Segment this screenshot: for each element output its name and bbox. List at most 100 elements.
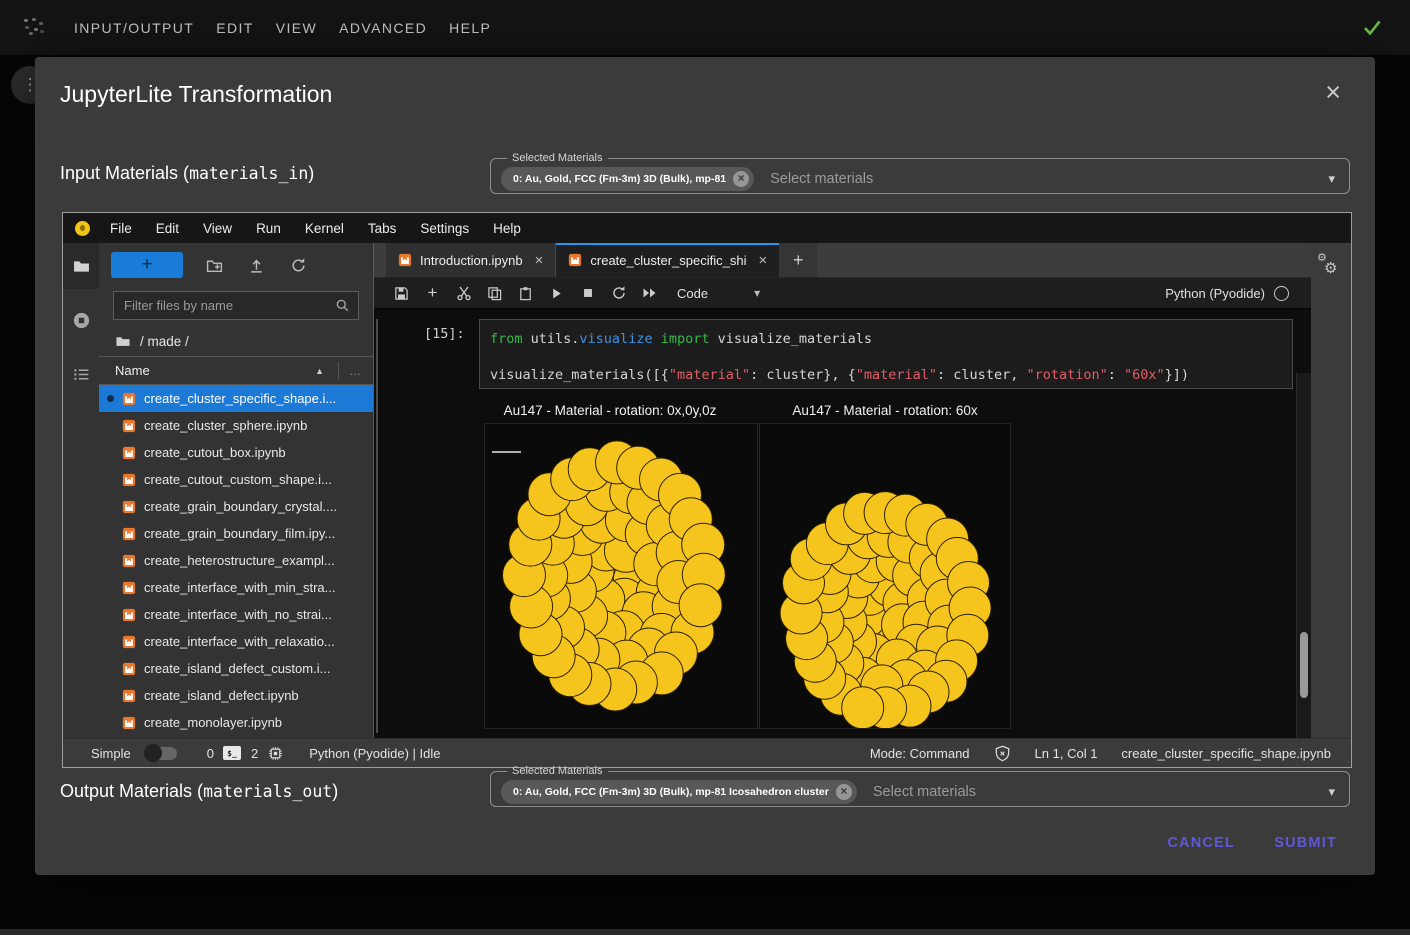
file-row[interactable]: create_cluster_sphere.ipynb <box>99 412 373 439</box>
save-button[interactable] <box>386 280 417 306</box>
dirty-dot <box>107 422 114 429</box>
stop-button[interactable] <box>572 280 603 306</box>
jupyter-menubar: FileEditViewRunKernelTabsSettingsHelp <box>63 213 1351 243</box>
file-row[interactable]: create_interface_with_min_stra... <box>99 574 373 601</box>
file-row[interactable]: create_monolayer.ipynb <box>99 709 373 736</box>
cursor-position[interactable]: Ln 1, Col 1 <box>1035 746 1098 761</box>
copy-cells-button[interactable] <box>479 280 510 306</box>
kernel-status-icon <box>1274 286 1289 301</box>
run-all-button[interactable] <box>634 280 665 306</box>
submit-button[interactable]: SUBMIT <box>1266 829 1345 857</box>
file-row[interactable]: create_cutout_custom_shape.i... <box>99 466 373 493</box>
dialog-title: JupyterLite Transformation <box>60 81 332 108</box>
dropdown-caret-icon[interactable]: ▾ <box>1328 171 1335 187</box>
app-menu-edit[interactable]: EDIT <box>216 20 254 36</box>
output-materials-code: materials_out <box>203 782 332 801</box>
output-dropdown-caret-icon[interactable]: ▾ <box>1328 784 1335 800</box>
app-menu-advanced[interactable]: ADVANCED <box>339 20 427 36</box>
tab-bar: Introduction.ipynb×create_cluster_specif… <box>374 243 1311 278</box>
cell-collapser[interactable] <box>376 319 378 733</box>
new-tab-button[interactable]: + <box>779 243 817 277</box>
jupyter-menu-edit[interactable]: Edit <box>144 221 191 236</box>
cancel-button[interactable]: CANCEL <box>1159 829 1243 857</box>
file-row[interactable]: create_heterostructure_exampl... <box>99 547 373 574</box>
notebook-file-icon <box>122 527 136 541</box>
file-row[interactable]: create_cutout_box.ipynb <box>99 439 373 466</box>
cluster-visualization-1[interactable] <box>484 423 758 729</box>
scrollbar-thumb[interactable] <box>1300 632 1308 698</box>
tab-label: Introduction.ipynb <box>420 253 523 268</box>
app-menu-help[interactable]: HELP <box>449 20 491 36</box>
output-chip-remove-icon[interactable]: × <box>836 784 852 800</box>
file-row[interactable]: create_interface_with_relaxatio... <box>99 628 373 655</box>
notebook-file-icon <box>122 581 136 595</box>
run-button[interactable] <box>541 280 572 306</box>
dirty-dot <box>107 584 114 591</box>
tab-create-cluster-specific-shi[interactable]: create_cluster_specific_shi× <box>556 243 779 277</box>
input-materials-select[interactable]: Selected Materials 0: Au, Gold, FCC (Fm-… <box>490 152 1350 194</box>
new-launcher-button[interactable]: + <box>111 252 183 278</box>
kernels-count[interactable]: 2 <box>251 746 258 761</box>
output-material-chip[interactable]: 0: Au, Gold, FCC (Fm-3m) 3D (Bulk), mp-8… <box>501 780 857 804</box>
file-row[interactable]: create_island_defect.ipynb <box>99 682 373 709</box>
simple-mode-toggle[interactable] <box>147 747 177 760</box>
filebrowser-tab-icon[interactable] <box>63 243 99 289</box>
status-bar: Simple 0 $_ 2 Python (Pyodide) | Idle Mo… <box>63 738 1351 767</box>
file-row[interactable]: create_grain_boundary_film.ipy... <box>99 520 373 547</box>
jupyter-menu-kernel[interactable]: Kernel <box>293 221 356 236</box>
new-folder-button[interactable] <box>193 251 235 279</box>
jupyter-menu-help[interactable]: Help <box>481 221 533 236</box>
breadcrumb[interactable]: / made / <box>99 326 373 356</box>
file-row[interactable]: create_grain_boundary_crystal.... <box>99 493 373 520</box>
jupyter-menu-tabs[interactable]: Tabs <box>356 221 409 236</box>
jupyter-menu-view[interactable]: View <box>191 221 244 236</box>
tab-close-icon[interactable]: × <box>758 252 767 269</box>
dialog-close-icon[interactable]: × <box>1325 79 1341 106</box>
running-kernels-tab-icon[interactable] <box>63 297 99 343</box>
restart-kernel-button[interactable] <box>603 280 634 306</box>
mode-indicator[interactable]: Mode: Command <box>870 746 970 761</box>
file-filter-input[interactable] <box>122 297 335 314</box>
tab-close-icon[interactable]: × <box>535 252 544 269</box>
jupyter-menu-settings[interactable]: Settings <box>408 221 481 236</box>
file-list-header[interactable]: Name ▲ … <box>99 356 373 385</box>
name-column-header[interactable]: Name <box>115 363 150 378</box>
toc-tab-icon[interactable] <box>63 351 99 397</box>
tab-introduction-ipynb[interactable]: Introduction.ipynb × <box>386 243 556 277</box>
file-filter-box[interactable] <box>113 291 359 320</box>
shield-icon[interactable] <box>994 745 1011 762</box>
kernel-indicator[interactable]: Python (Pyodide) <box>1165 286 1299 301</box>
app-menu-input-output[interactable]: INPUT/OUTPUT <box>74 20 194 36</box>
app-menu-view[interactable]: VIEW <box>276 20 317 36</box>
success-check-icon <box>1360 15 1384 39</box>
file-row[interactable]: create_interface_with_no_strai... <box>99 601 373 628</box>
more-options-icon[interactable]: … <box>338 362 363 380</box>
material-chip[interactable]: 0: Au, Gold, FCC (Fm-3m) 3D (Bulk), mp-8… <box>501 167 754 191</box>
notebook-scrollbar[interactable] <box>1296 373 1311 738</box>
cell-type-value: Code <box>677 286 708 301</box>
refresh-filebrowser-button[interactable] <box>277 251 319 279</box>
file-row[interactable]: create_island_defect_custom.i... <box>99 655 373 682</box>
cut-cells-button[interactable] <box>448 280 479 306</box>
notebook-area: Introduction.ipynb×create_cluster_specif… <box>374 243 1311 738</box>
jupyter-menu-run[interactable]: Run <box>244 221 293 236</box>
jupyter-menu-items: FileEditViewRunKernelTabsSettingsHelp <box>98 221 533 236</box>
cell-type-select[interactable]: Code ▾ <box>677 286 760 301</box>
home-folder-icon[interactable] <box>115 334 131 349</box>
output-material-chip-label: 0: Au, Gold, FCC (Fm-3m) 3D (Bulk), mp-8… <box>513 786 829 798</box>
jupyter-menu-file[interactable]: File <box>98 221 144 236</box>
output-materials-select[interactable]: Selected Materials 0: Au, Gold, FCC (Fm-… <box>490 765 1350 807</box>
paste-cells-button[interactable] <box>510 280 541 306</box>
jupyterlite-transformation-dialog: JupyterLite Transformation × Input Mater… <box>35 57 1375 875</box>
code-cell[interactable]: from utils.visualize import visualize_ma… <box>479 319 1293 389</box>
input-materials-code: materials_in <box>189 164 308 183</box>
file-row[interactable]: create_cluster_specific_shape.i... <box>99 385 373 412</box>
cluster-visualization-2[interactable] <box>759 423 1011 729</box>
kernel-status-label[interactable]: Python (Pyodide) | Idle <box>309 746 440 761</box>
terminals-count[interactable]: 0 <box>207 746 214 761</box>
insert-cell-button[interactable]: + <box>417 280 448 306</box>
upload-button[interactable] <box>235 251 277 279</box>
chip-remove-icon[interactable]: × <box>733 171 749 187</box>
cell-type-caret-icon: ▾ <box>754 286 760 300</box>
sort-ascending-icon[interactable]: ▲ <box>315 366 324 376</box>
